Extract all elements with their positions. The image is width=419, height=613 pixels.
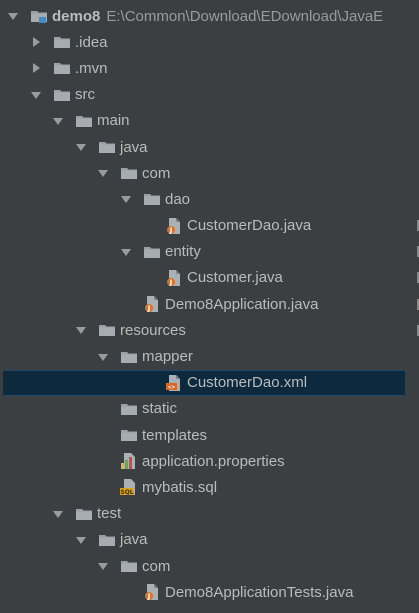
tree-item-label: .mvn — [75, 59, 108, 77]
properties-file-icon — [120, 452, 138, 470]
folder-icon — [120, 164, 138, 182]
tree-item-label: templates — [142, 426, 208, 444]
folder-icon — [143, 190, 161, 208]
chevron-down-icon[interactable] — [29, 88, 43, 102]
tree-row-idea[interactable]: .idea — [0, 29, 419, 55]
chevron-right-icon[interactable] — [29, 61, 43, 75]
tree-item-label: demo8 — [52, 7, 101, 25]
java-file-icon — [165, 269, 183, 287]
tree-row-static[interactable]: static — [0, 396, 419, 422]
tree-item-label: CustomerDao.xml — [187, 374, 308, 392]
folder-icon — [53, 86, 71, 104]
folder-icon — [98, 321, 116, 339]
tree-row-com[interactable]: com — [0, 160, 419, 186]
xml-file-icon — [165, 374, 183, 392]
tree-row-test-java[interactable]: java — [0, 527, 419, 553]
chevron-down-icon[interactable] — [96, 559, 110, 573]
folder-icon — [98, 138, 116, 156]
tree-row-main[interactable]: main — [0, 108, 419, 134]
tree-item-label: .idea — [75, 33, 108, 51]
chevron-down-icon[interactable] — [51, 114, 65, 128]
tree-item-label: mapper — [142, 348, 193, 366]
chevron-down-icon[interactable] — [96, 350, 110, 364]
tree-row-mybatis-sql[interactable]: mybatis.sql — [0, 474, 419, 500]
tree-row-resources[interactable]: resources — [0, 317, 419, 343]
tree-item-label: com — [142, 557, 171, 575]
project-path: E:\Common\Download\EDownload\JavaE — [106, 7, 384, 25]
tree-row-demo8applicationtests-java[interactable]: Demo8ApplicationTests.java — [0, 579, 419, 605]
tree-item-label: mybatis.sql — [142, 478, 218, 496]
chevron-down-icon[interactable] — [51, 507, 65, 521]
tree-item-label: main — [97, 112, 130, 130]
tree-item-label: java — [120, 531, 148, 549]
folder-icon — [120, 348, 138, 366]
sql-file-icon — [120, 478, 138, 496]
tree-row-templates[interactable]: templates — [0, 422, 419, 448]
tree-row-entity[interactable]: entity — [0, 239, 419, 265]
chevron-down-icon[interactable] — [119, 245, 133, 259]
module-folder-icon — [30, 7, 48, 25]
tree-item-label: resources — [120, 321, 186, 339]
tree-row-customerdao-java[interactable]: CustomerDao.java — [0, 213, 419, 239]
tree-item-label: Demo8ApplicationTests.java — [165, 583, 354, 601]
tree-item-label: test — [97, 505, 122, 523]
tree-item-label: src — [75, 86, 95, 104]
folder-icon — [120, 426, 138, 444]
folder-icon — [75, 505, 93, 523]
folder-icon — [53, 59, 71, 77]
tree-row-dao[interactable]: dao — [0, 186, 419, 212]
tree-item-label: com — [142, 164, 171, 182]
java-file-icon — [143, 583, 161, 601]
tree-item-label: CustomerDao.java — [187, 217, 312, 235]
tree-item-label: application.properties — [142, 452, 285, 470]
tree-row-application-properties[interactable]: application.properties — [0, 448, 419, 474]
chevron-down-icon[interactable] — [74, 140, 88, 154]
tree-row-customerdao-xml[interactable]: CustomerDao.xml — [3, 369, 405, 396]
tree-item-label: static — [142, 400, 178, 418]
project-tree: demo8 E:\Common\Download\EDownload\JavaE… — [0, 3, 419, 605]
folder-icon — [98, 531, 116, 549]
tree-row-demo8application-java[interactable]: Demo8Application.java — [0, 291, 419, 317]
tree-row-java[interactable]: java — [0, 134, 419, 160]
chevron-down-icon[interactable] — [74, 533, 88, 547]
folder-icon — [120, 400, 138, 418]
tree-row-demo8[interactable]: demo8 E:\Common\Download\EDownload\JavaE — [0, 3, 419, 29]
tree-item-label: java — [120, 138, 148, 156]
folder-icon — [53, 33, 71, 51]
tree-item-label: Demo8Application.java — [165, 295, 319, 313]
tree-item-label: entity — [165, 243, 201, 261]
folder-icon — [75, 112, 93, 130]
tree-item-label: dao — [165, 190, 191, 208]
chevron-down-icon[interactable] — [74, 323, 88, 337]
chevron-down-icon[interactable] — [6, 9, 20, 23]
java-file-icon — [143, 295, 161, 313]
tree-row-mvn[interactable]: .mvn — [0, 55, 419, 81]
chevron-down-icon[interactable] — [96, 166, 110, 180]
tree-row-src[interactable]: src — [0, 82, 419, 108]
tree-row-mapper[interactable]: mapper — [0, 343, 419, 369]
tree-row-test-com[interactable]: com — [0, 553, 419, 579]
tree-row-customer-java[interactable]: Customer.java — [0, 265, 419, 291]
tree-row-test[interactable]: test — [0, 501, 419, 527]
tree-item-label: Customer.java — [187, 269, 283, 287]
chevron-down-icon[interactable] — [119, 192, 133, 206]
chevron-right-icon[interactable] — [29, 35, 43, 49]
folder-icon — [120, 557, 138, 575]
folder-icon — [143, 243, 161, 261]
java-file-icon — [165, 217, 183, 235]
